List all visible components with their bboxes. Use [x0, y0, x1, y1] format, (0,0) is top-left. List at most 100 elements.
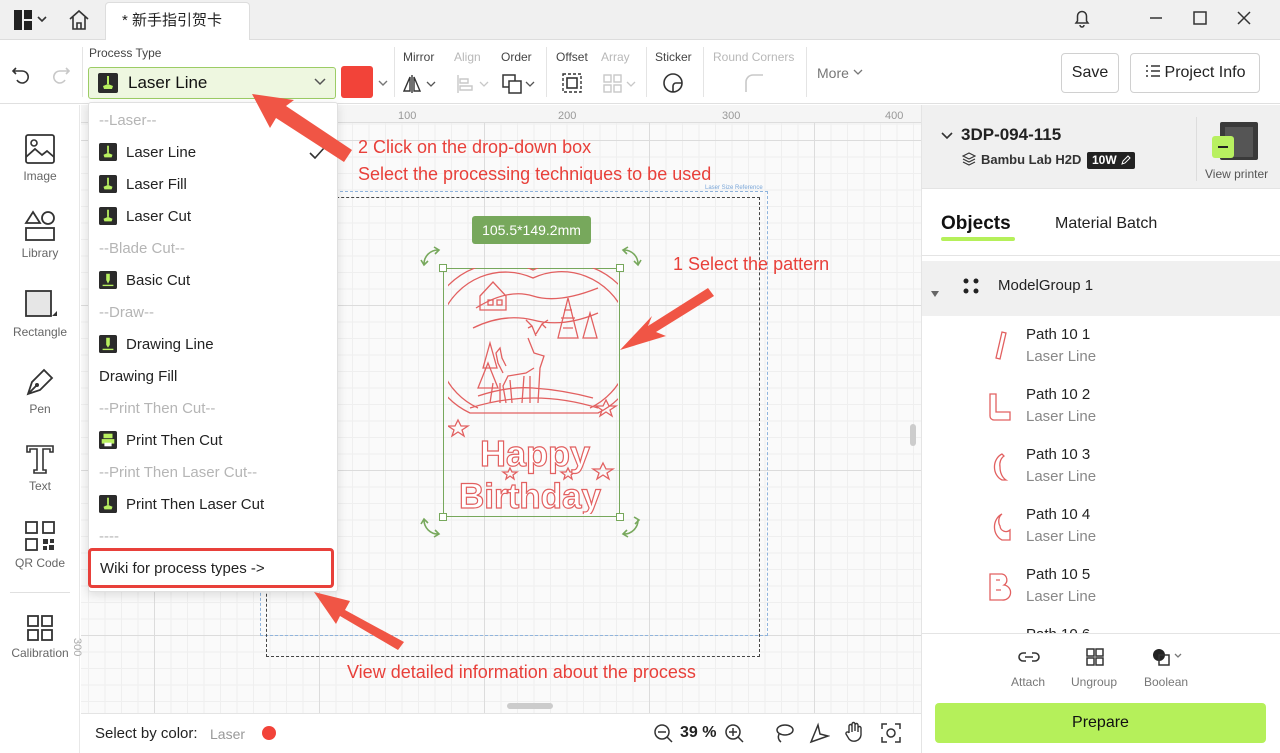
- text-tool[interactable]: Text: [0, 443, 80, 493]
- laser-line-icon: [99, 143, 117, 161]
- rotate-handle-icon[interactable]: [620, 516, 642, 541]
- more-menu[interactable]: More: [817, 65, 863, 81]
- calibration-tool[interactable]: Calibration: [0, 614, 80, 660]
- dropdown-item-laser-line[interactable]: Laser Line: [99, 137, 329, 169]
- minimize-icon[interactable]: [1144, 8, 1168, 32]
- boolean-label[interactable]: Boolean: [1144, 675, 1188, 689]
- select-by-color-label: Select by color:: [95, 725, 198, 742]
- close-icon[interactable]: [1232, 8, 1256, 32]
- zoom-out-icon[interactable]: [653, 723, 673, 746]
- annotation-select-technique: Select the processing techniques to be u…: [358, 164, 712, 184]
- dropdown-item-drawing-line[interactable]: Drawing Line: [99, 329, 214, 361]
- project-info-label: Project Info: [1164, 64, 1246, 81]
- offset-icon[interactable]: [561, 72, 583, 97]
- ruler-label: 100: [398, 110, 417, 122]
- attach-label[interactable]: Attach: [1011, 675, 1045, 689]
- status-bar: [81, 713, 921, 753]
- image-tool[interactable]: Image: [0, 133, 80, 183]
- color-layer-dot[interactable]: [262, 726, 276, 740]
- drawing-line-icon: [99, 335, 117, 353]
- select-pointer-icon[interactable]: [808, 722, 831, 747]
- hand-pan-icon[interactable]: [843, 721, 865, 746]
- path-process: Laser Line: [1026, 348, 1097, 365]
- dropdown-item-print-then-cut[interactable]: Print Then Cut: [99, 425, 222, 457]
- boolean-icon[interactable]: [1151, 647, 1185, 670]
- artwork-birthday: Birthday: [459, 477, 602, 514]
- wiki-process-types-link[interactable]: Wiki for process types ->: [100, 560, 265, 577]
- mirror-label: Mirror: [403, 50, 435, 64]
- rotate-handle-icon[interactable]: [420, 246, 442, 271]
- project-tab[interactable]: * 新手指引贺卡: [105, 2, 250, 40]
- edit-pencil-icon: [1120, 155, 1131, 165]
- view-printer-link[interactable]: View printer: [1205, 167, 1268, 181]
- birthday-card-artwork[interactable]: Happy Birthday: [424, 261, 643, 517]
- app-logo-icon[interactable]: [14, 10, 50, 33]
- order-icon[interactable]: [501, 73, 537, 98]
- list-item[interactable]: [922, 316, 1280, 376]
- list-item[interactable]: Path 10 6: [922, 618, 1280, 634]
- dropdown-item-print-then-laser-cut[interactable]: Print Then Laser Cut: [99, 489, 264, 521]
- annotation-view-info: View detailed information about the proc…: [347, 662, 696, 682]
- bell-icon[interactable]: [1070, 8, 1094, 32]
- ungroup-label[interactable]: Ungroup: [1071, 675, 1117, 689]
- caret-down-icon[interactable]: [931, 284, 939, 300]
- prepare-button[interactable]: Prepare: [935, 703, 1266, 743]
- align-label: Align: [454, 50, 481, 64]
- process-type-select[interactable]: [88, 67, 336, 99]
- path-process: Laser Line: [1026, 468, 1097, 485]
- laser-power-badge[interactable]: 10W: [1087, 152, 1135, 169]
- sidebar-divider: [10, 592, 70, 593]
- maximize-icon[interactable]: [1188, 8, 1212, 32]
- qr-code-tool-label: QR Code: [14, 556, 66, 570]
- list-item[interactable]: [922, 436, 1280, 496]
- home-icon[interactable]: [68, 9, 90, 34]
- zoom-in-icon[interactable]: [724, 723, 744, 746]
- path-thumbnail-icon: [988, 572, 1012, 605]
- image-icon: [25, 134, 55, 164]
- save-button[interactable]: Save: [1061, 53, 1119, 93]
- list-item[interactable]: [922, 556, 1280, 616]
- redo-icon[interactable]: [50, 62, 72, 87]
- dropdown-item-label: Print Then Laser Cut: [126, 496, 265, 513]
- qr-code-tool[interactable]: QR Code: [0, 520, 80, 570]
- array-icon: [603, 73, 639, 98]
- ungroup-icon[interactable]: [1085, 647, 1105, 670]
- mirror-icon[interactable]: [402, 73, 439, 98]
- list-item[interactable]: [922, 376, 1280, 436]
- vertical-scrollbar[interactable]: [910, 424, 916, 446]
- color-swatch[interactable]: [341, 66, 373, 98]
- undo-icon[interactable]: [10, 62, 32, 87]
- pen-tool[interactable]: Pen: [0, 366, 80, 416]
- project-info-button[interactable]: Project Info: [1130, 53, 1260, 93]
- lasso-icon[interactable]: [773, 722, 795, 747]
- printer-image[interactable]: [1212, 120, 1260, 165]
- rotate-handle-icon[interactable]: [420, 516, 442, 541]
- sticker-icon[interactable]: [662, 72, 684, 97]
- rotate-handle-icon[interactable]: [620, 246, 642, 271]
- tab-material-batch[interactable]: Material Batch: [1055, 215, 1157, 233]
- rectangle-tool[interactable]: Rectangle: [0, 289, 80, 339]
- tab-objects[interactable]: Objects: [941, 213, 1011, 235]
- path-process: Laser Line: [1026, 528, 1097, 545]
- align-icon: [456, 73, 492, 98]
- color-chevron-icon[interactable]: [377, 76, 389, 92]
- dropdown-item-laser-fill[interactable]: Laser Fill: [99, 169, 187, 201]
- qr-code-icon: [25, 521, 55, 551]
- calibration-tool-label: Calibration: [11, 646, 69, 660]
- path-name: Path 10 3: [1026, 446, 1091, 463]
- dropdown-item-basic-cut[interactable]: Basic Cut: [99, 265, 190, 297]
- print-icon: [99, 431, 117, 449]
- printer-name[interactable]: 3DP-094-115: [961, 125, 1061, 145]
- laser-fill-icon: [99, 175, 117, 193]
- ruler-left-label: 300: [71, 638, 83, 657]
- dropdown-item-laser-cut[interactable]: Laser Cut: [99, 201, 191, 233]
- dropdown-item-label: Laser Line: [126, 144, 197, 161]
- rectangle-icon: [25, 290, 57, 317]
- chevron-down-icon[interactable]: [940, 129, 954, 146]
- attach-icon[interactable]: [1017, 648, 1041, 669]
- dropdown-item-drawing-fill[interactable]: Drawing Fill: [99, 361, 177, 393]
- library-tool[interactable]: Library: [0, 210, 80, 260]
- fit-view-icon[interactable]: [880, 722, 902, 747]
- list-item[interactable]: [922, 496, 1280, 556]
- horizontal-scrollbar[interactable]: [507, 703, 553, 709]
